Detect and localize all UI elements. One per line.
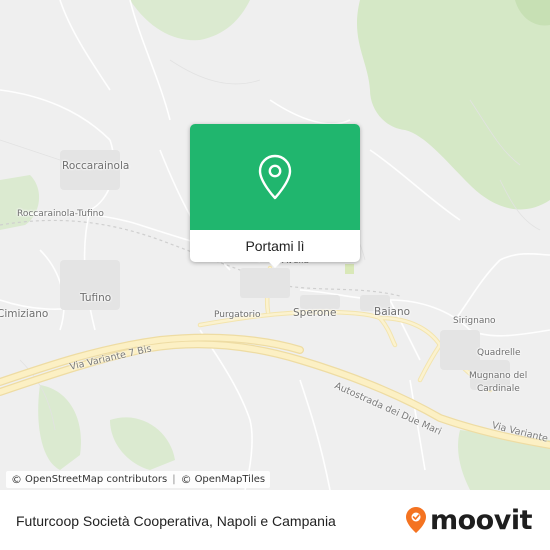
moovit-wordmark: moovit: [430, 504, 533, 536]
place-roccarainola-tufino: Roccarainola-Tufino: [17, 209, 104, 219]
popup-header: [190, 124, 360, 230]
place-tufino: Tufino: [80, 292, 112, 304]
moovit-pin-icon: [406, 507, 426, 533]
place-roccarainola: Roccarainola: [62, 160, 130, 172]
osm-attribution-link[interactable]: OpenStreetMap contributors: [25, 474, 167, 485]
place-mugnano-2: Cardinale: [477, 384, 520, 394]
popup-pointer: [267, 260, 283, 268]
footer-title: Futurcoop Società Cooperativa, Napoli e …: [16, 513, 336, 529]
moovit-logo[interactable]: moovit: [405, 504, 533, 536]
copyright-symbol: ©: [180, 473, 192, 486]
copyright-symbol: ©: [11, 473, 22, 486]
place-quadrelle: Quadrelle: [477, 348, 521, 358]
map-attribution: © OpenStreetMap contributors | © OpenMap…: [6, 471, 271, 488]
place-sirignano: Sirignano: [453, 316, 496, 326]
attribution-separator: |: [172, 474, 176, 485]
openmaptiles-attribution-link[interactable]: OpenMapTiles: [195, 474, 266, 485]
take-me-there-button[interactable]: Portami lì: [190, 230, 360, 262]
place-mugnano: Mugnano del: [469, 371, 528, 381]
footer-bar: Futurcoop Società Cooperativa, Napoli e …: [0, 490, 550, 550]
location-popup: Portami lì: [190, 124, 360, 268]
place-purgatorio: Purgatorio: [214, 310, 261, 320]
place-baiano: Baiano: [374, 306, 411, 318]
location-pin-icon: [258, 154, 292, 200]
place-cimitile: Cimiziano: [0, 308, 49, 320]
place-sperone: Sperone: [293, 307, 337, 319]
map-view[interactable]: Roccarainola Roccarainola-Tufino Tufino …: [0, 0, 550, 490]
